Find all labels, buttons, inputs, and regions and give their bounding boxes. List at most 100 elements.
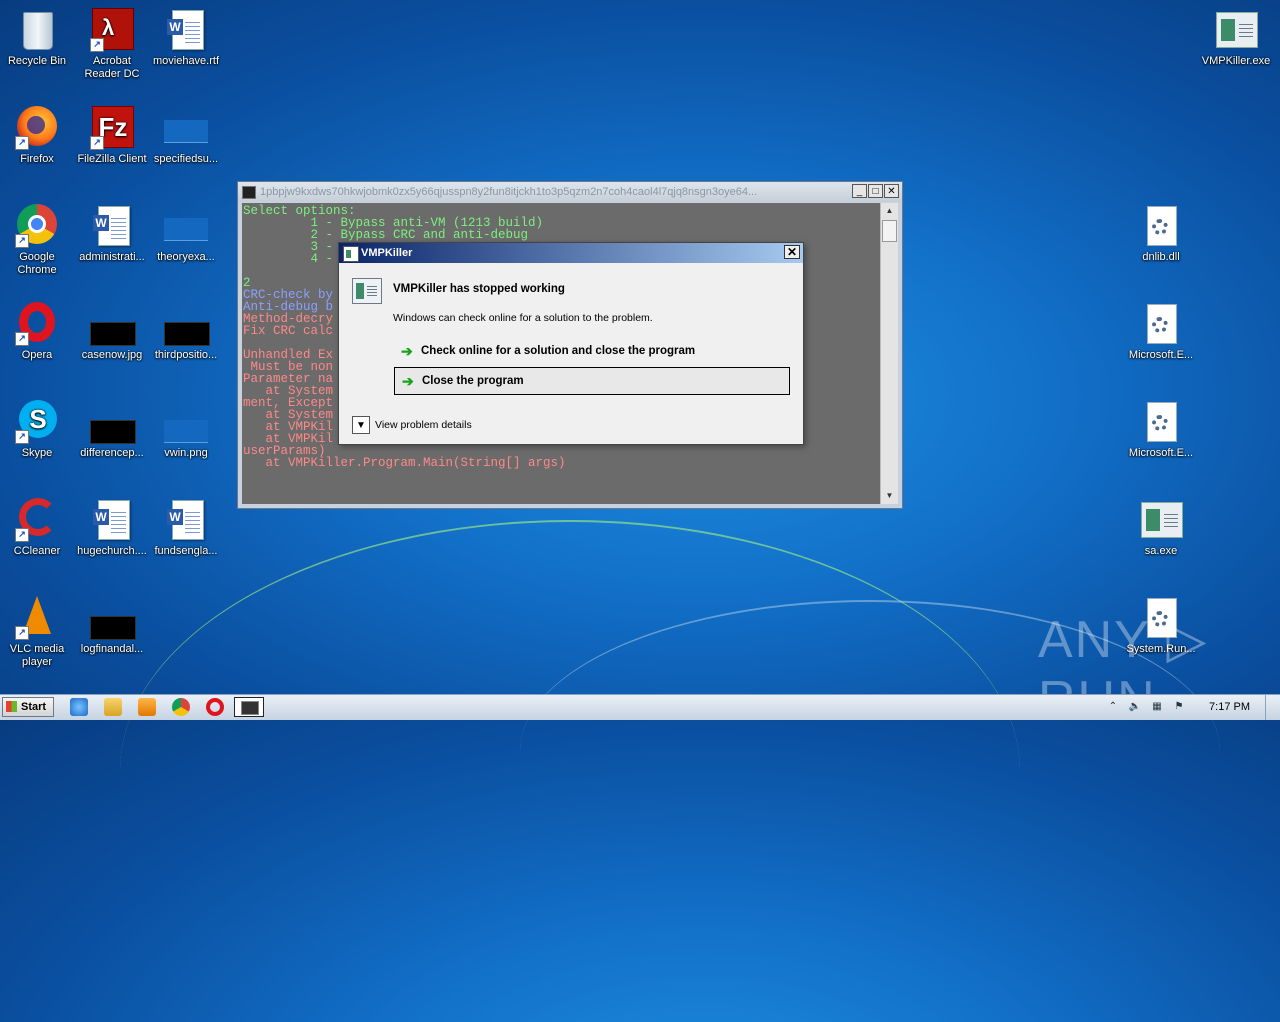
application-icon: [343, 246, 359, 262]
file-explorer-icon[interactable]: [104, 698, 122, 716]
check-online-option[interactable]: ➔ Check online for a solution and close …: [394, 338, 790, 366]
desktop-icon-sa-exe[interactable]: sa.exe: [1124, 498, 1198, 558]
desktop-icon-hugechurch[interactable]: W hugechurch....: [75, 498, 149, 558]
desktop-icon-logfinandal[interactable]: logfinandal...: [75, 596, 149, 656]
network-icon[interactable]: ▦: [1150, 701, 1164, 713]
show-desktop-button[interactable]: [1265, 695, 1280, 720]
image-thumbnail-icon: [164, 106, 208, 150]
scroll-up-icon[interactable]: ▲: [881, 203, 898, 219]
image-thumbnail-icon: [164, 302, 210, 346]
close-program-option[interactable]: ➔ Close the program: [394, 367, 790, 395]
icon-label: VMPKiller.exe: [1201, 55, 1271, 67]
flag-icon[interactable]: ⚑: [1172, 701, 1186, 713]
minimize-button[interactable]: _: [852, 184, 867, 198]
opera-icon[interactable]: [206, 698, 224, 716]
icon-label: Microsoft.E...: [1128, 349, 1194, 361]
maximize-button[interactable]: □: [868, 184, 883, 198]
desktop-icon-moviehave[interactable]: W moviehave.rtf: [149, 8, 223, 68]
desktop-icon-opera[interactable]: ↗ Opera: [0, 302, 74, 362]
ccleaner-icon: ↗: [15, 498, 59, 542]
scroll-down-icon[interactable]: ▼: [881, 488, 898, 504]
dialog-heading: VMPKiller has stopped working: [393, 283, 565, 295]
word-document-icon: W: [164, 8, 208, 52]
word-document-icon: W: [90, 204, 134, 248]
desktop-icon-vlc[interactable]: ↗ VLC media player: [0, 596, 74, 669]
desktop-icon-recycle-bin[interactable]: Recycle Bin: [0, 8, 74, 68]
recycle-bin-icon: [15, 8, 59, 52]
application-icon: [1139, 498, 1183, 542]
icon-label: hugechurch....: [77, 545, 147, 557]
desktop-icon-specifiedsu[interactable]: specifiedsu...: [149, 106, 223, 166]
speaker-icon[interactable]: 🔈: [1128, 701, 1142, 713]
scrollbar-thumb[interactable]: [882, 220, 897, 242]
start-button[interactable]: Start: [2, 697, 54, 717]
image-thumbnail-icon: [90, 302, 136, 346]
desktop-icon-casenow[interactable]: casenow.jpg: [75, 302, 149, 362]
console-scrollbar[interactable]: ▲ ▼: [880, 203, 898, 504]
console-line: at VMPKiller.Program.Main(String[] args): [243, 456, 566, 470]
desktop-icon-microsoft-e-1[interactable]: Microsoft.E...: [1124, 302, 1198, 362]
icon-label: FileZilla Client: [77, 153, 147, 165]
error-dialog[interactable]: VMPKiller ✕ VMPKiller has stopped workin…: [338, 242, 804, 445]
shortcut-arrow-icon: ↗: [15, 332, 29, 346]
icon-label: theoryexa...: [157, 251, 215, 263]
close-button[interactable]: ✕: [884, 184, 899, 198]
icon-label: CCleaner: [13, 545, 61, 557]
filezilla-icon: Fz ↗: [90, 106, 134, 150]
show-hidden-icons-icon[interactable]: ⌃: [1106, 701, 1120, 713]
icon-label: thirdpositio...: [154, 349, 218, 361]
icon-label: specifiedsu...: [153, 153, 219, 165]
console-app-icon: [242, 186, 256, 199]
icon-label: Recycle Bin: [7, 55, 67, 67]
icon-label: VLC media player: [9, 643, 65, 668]
chevron-down-icon[interactable]: ▼: [352, 416, 370, 435]
media-player-icon[interactable]: [138, 698, 156, 716]
desktop-icon-acrobat[interactable]: λ ↗ Acrobat Reader DC: [75, 8, 149, 81]
desktop-icon-skype[interactable]: S ↗ Skype: [0, 400, 74, 460]
desktop-icon-chrome[interactable]: ↗ Google Chrome: [0, 204, 74, 277]
firefox-icon: ↗: [15, 106, 59, 150]
chrome-icon[interactable]: [172, 698, 190, 716]
desktop-icon-ccleaner[interactable]: ↗ CCleaner: [0, 498, 74, 558]
desktop-icon-fundsengla[interactable]: W fundsengla...: [149, 498, 223, 558]
desktop-icon-thirdpositio[interactable]: thirdpositio...: [149, 302, 223, 362]
desktop-icon-dnlib[interactable]: dnlib.dll: [1124, 204, 1198, 264]
internet-explorer-icon[interactable]: [70, 698, 88, 716]
icon-label: casenow.jpg: [81, 349, 143, 361]
icon-label: differencep...: [80, 447, 144, 459]
icon-label: Google Chrome: [17, 251, 57, 276]
shortcut-arrow-icon: ↗: [15, 626, 29, 640]
vlc-icon: ↗: [15, 596, 59, 640]
icon-label: fundsengla...: [154, 545, 218, 557]
view-problem-details-label: View problem details: [375, 419, 472, 431]
check-online-label: Check online for a solution and close th…: [421, 345, 696, 357]
desktop-icon-microsoft-e-2[interactable]: Microsoft.E...: [1124, 400, 1198, 460]
clock[interactable]: 7:17 PM: [1209, 701, 1250, 713]
desktop-icon-filezilla[interactable]: Fz ↗ FileZilla Client: [75, 106, 149, 166]
chrome-icon: ↗: [15, 204, 59, 248]
desktop-icon-differencep[interactable]: differencep...: [75, 400, 149, 460]
desktop-icon-vmpkiller[interactable]: VMPKiller.exe: [1199, 8, 1273, 68]
desktop-icon-administrati[interactable]: W administrati...: [75, 204, 149, 264]
desktop-icon-firefox[interactable]: ↗ Firefox: [0, 106, 74, 166]
desktop-icon-vwin[interactable]: vwin.png: [149, 400, 223, 460]
image-thumbnail-icon: [164, 400, 208, 444]
console-title: 1pbpjw9kxdws70hkwjobmk0zx5y66qjusspn8y2f…: [260, 186, 758, 198]
icon-label: administrati...: [79, 251, 145, 263]
image-thumbnail-icon: [90, 596, 136, 640]
icon-label: Acrobat Reader DC: [84, 55, 140, 80]
dialog-titlebar[interactable]: VMPKiller ✕: [339, 243, 803, 263]
shortcut-arrow-icon: ↗: [15, 136, 29, 150]
taskbar: Start ⌃ 🔈 ▦ ⚑ 7:17 PM: [0, 694, 1280, 720]
application-icon: [1214, 8, 1258, 52]
image-thumbnail-icon: [164, 204, 208, 248]
console-titlebar[interactable]: 1pbpjw9kxdws70hkwjobmk0zx5y66qjusspn8y2f…: [238, 182, 902, 202]
dialog-close-button[interactable]: ✕: [784, 245, 800, 259]
taskbar-console-app[interactable]: [234, 697, 264, 717]
icon-label: dnlib.dll: [1142, 251, 1180, 263]
view-problem-details[interactable]: ▼ View problem details: [352, 416, 472, 435]
word-document-icon: W: [90, 498, 134, 542]
green-arrow-icon: ➔: [401, 343, 413, 359]
icon-label: vwin.png: [164, 447, 208, 459]
desktop-icon-theoryexa[interactable]: theoryexa...: [149, 204, 223, 264]
